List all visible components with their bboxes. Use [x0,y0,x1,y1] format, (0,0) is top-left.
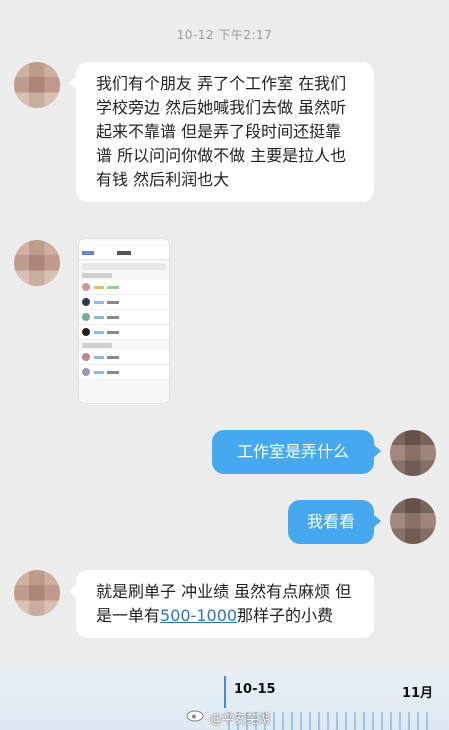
weibo-icon [186,710,204,722]
message-text: 工作室是弄什么 [236,442,349,461]
contact-avatar[interactable] [14,570,60,616]
thumbnail-search [82,263,166,270]
message-text: 我们有个朋友 弄了个工作室 在我们学校旁边 然后她喊我们去做 虽然听起来不靠谱 … [96,74,347,189]
thumbnail-section-header [82,273,112,278]
thumbnail-row [79,365,169,380]
message-text: 我看看 [306,512,355,531]
message-text: 那样子的小费 [237,606,334,625]
watermark-text: @平安芜湖 [210,712,271,726]
message-bubble-incoming[interactable]: 我们有个朋友 弄了个工作室 在我们学校旁边 然后她喊我们去做 虽然听起来不靠谱 … [69,62,374,202]
scrubber-date-left: 10-15 [234,682,276,697]
message-bubble-outgoing[interactable]: 我看看 [288,500,381,544]
thumbnail-status-bar [79,239,169,247]
thumbnail-row [79,310,169,325]
my-avatar[interactable] [390,430,436,476]
contact-avatar[interactable] [14,62,60,108]
thumbnail-nav-bar [79,247,169,260]
thumbnail-row [79,295,169,310]
thumbnail-row [79,325,169,340]
contact-avatar[interactable] [14,240,60,286]
thumbnail-section-header [82,343,112,348]
scrubber-date-right: 11月 [402,686,434,701]
chat-timestamp: 10-12 下午2:17 [176,28,273,42]
message-bubble-incoming[interactable]: 就是刷单子 冲业绩 虽然有点麻烦 但是一单有500-1000那样子的小费 [69,570,374,638]
message-image-thumbnail[interactable] [78,238,170,404]
message-bubble-outgoing[interactable]: 工作室是弄什么 [212,430,381,474]
amount-link[interactable]: 500-1000 [160,606,237,625]
scrubber-cursor[interactable] [224,676,226,708]
thumbnail-row [79,350,169,365]
my-avatar[interactable] [390,498,436,544]
thumbnail-row [79,280,169,295]
